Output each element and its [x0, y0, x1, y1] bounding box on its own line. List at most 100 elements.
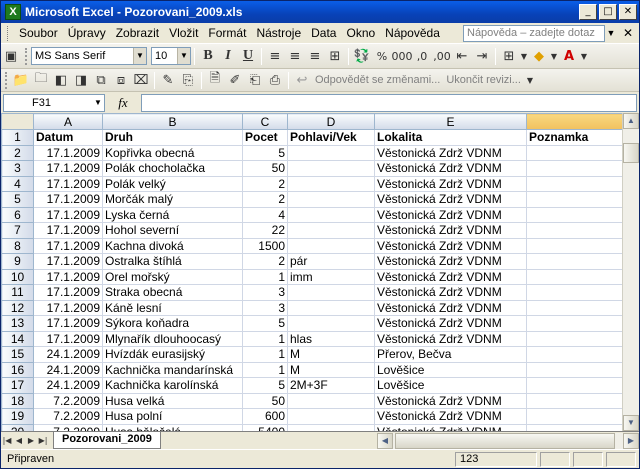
cell-c[interactable]: 1 [242, 268, 288, 285]
menu-nastroje[interactable]: Nástroje [251, 26, 306, 40]
send-workbook-icon[interactable]: ⎙ [266, 71, 284, 89]
cell-e[interactable]: Věstonická Zdrž VDNM [374, 330, 527, 347]
save-icon[interactable]: ▣ [2, 47, 20, 65]
cell-e[interactable]: Věstonická Zdrž VDNM [374, 191, 527, 208]
excel-app-icon[interactable]: X [5, 4, 21, 20]
next-comment-icon[interactable]: ◨ [72, 71, 90, 89]
cell-a[interactable]: 7.2.2009 [33, 392, 103, 409]
cell-e[interactable]: Věstonická Zdrž VDNM [374, 253, 527, 270]
cell-d[interactable] [287, 160, 375, 177]
chevron-down-icon[interactable]: ▼ [177, 48, 190, 64]
chevron-down-icon[interactable]: ▼ [520, 47, 528, 65]
cell-d[interactable]: M [287, 361, 375, 378]
horizontal-scroll-thumb[interactable] [395, 432, 615, 449]
increase-indent-icon[interactable]: ⇥ [473, 47, 491, 65]
cell-b[interactable]: Káně lesní [102, 299, 243, 316]
toolbar-grip[interactable] [5, 71, 8, 89]
cell-f[interactable] [526, 175, 637, 192]
cell-b[interactable]: Kachna divoká [102, 237, 243, 254]
cell-d[interactable] [287, 206, 375, 223]
cell-a[interactable]: 17.1.2009 [33, 237, 103, 254]
row-header[interactable]: 9 [1, 253, 34, 270]
cell-b[interactable]: Sýkora koňadra [102, 315, 243, 332]
menu-upravy[interactable]: Úpravy [63, 26, 111, 40]
row-header[interactable]: 6 [1, 206, 34, 223]
cell-c[interactable]: 3 [242, 299, 288, 316]
prev-sheet-icon[interactable]: ◀ [13, 436, 25, 445]
decrease-decimal-icon[interactable]: ,00 [433, 47, 451, 65]
cell-f[interactable] [526, 423, 637, 431]
end-review-button[interactable]: Ukončit revizi... [446, 74, 521, 86]
cell-c[interactable]: 5 [242, 315, 288, 332]
chevron-down-icon[interactable]: ▼ [92, 98, 104, 107]
protect-sheet-icon[interactable]: 🗎 [206, 71, 224, 89]
cell-d[interactable]: hlas [287, 330, 375, 347]
cell-a[interactable]: 17.1.2009 [33, 144, 103, 161]
row-header[interactable]: 11 [1, 284, 34, 301]
cell-c[interactable]: 50 [242, 160, 288, 177]
cell-a[interactable]: 17.1.2009 [33, 191, 103, 208]
cell-f[interactable] [526, 284, 637, 301]
cell-a[interactable]: 24.1.2009 [33, 361, 103, 378]
menu-zobrazit[interactable]: Zobrazit [111, 26, 164, 40]
cell-a[interactable]: 17.1.2009 [33, 253, 103, 270]
row-header[interactable]: 17 [1, 377, 34, 394]
select-all-corner[interactable] [1, 113, 34, 130]
cell-b[interactable]: Mlynařík dlouhoocasý [102, 330, 243, 347]
font-size-select[interactable]: 10 ▼ [151, 47, 191, 65]
cell-f[interactable] [526, 268, 637, 285]
cell-a[interactable]: 7.2.2009 [33, 408, 103, 425]
scroll-left-icon[interactable]: ◀ [377, 432, 393, 449]
cell-d[interactable] [287, 392, 375, 409]
cell-a[interactable]: 17.1.2009 [33, 206, 103, 223]
cell-d[interactable]: 2M+3F [287, 377, 375, 394]
font-color-icon[interactable]: A [560, 47, 578, 65]
help-search-input[interactable]: Nápověda – zadejte dotaz [463, 24, 605, 42]
name-box[interactable]: F31 ▼ [3, 93, 105, 112]
cell-b[interactable]: Ostralka štíhlá [102, 253, 243, 270]
cell-e[interactable]: Věstonická Zdrž VDNM [374, 222, 527, 239]
cell-f[interactable]: Poznamka [526, 129, 637, 146]
cell-c[interactable]: Pocet [242, 129, 288, 146]
menu-format[interactable]: Formát [203, 26, 251, 40]
cell-c[interactable]: 3 [242, 284, 288, 301]
row-header[interactable]: 8 [1, 237, 34, 254]
menu-soubor[interactable]: Soubor [14, 26, 63, 40]
fill-color-icon[interactable]: ◆ [530, 47, 548, 65]
menubar-grip[interactable] [7, 25, 10, 41]
chevron-down-icon[interactable]: ▼ [133, 48, 146, 64]
open-folder-icon[interactable]: 📁 [12, 71, 30, 89]
underline-icon[interactable]: U [239, 47, 257, 65]
row-header[interactable]: 4 [1, 175, 34, 192]
spreadsheet-grid[interactable]: A B C D E 1 Datum Druh Pocet Pohlavi/Vek Loka… [1, 113, 639, 431]
cell-e[interactable]: Věstonická Zdrž VDNM [374, 206, 527, 223]
cell-b[interactable]: Husa velká [102, 392, 243, 409]
minimize-button[interactable]: _ [579, 4, 597, 20]
row-header[interactable]: 18 [1, 392, 34, 409]
row-header[interactable]: 15 [1, 346, 34, 363]
cell-f[interactable] [526, 237, 637, 254]
insert-function-icon[interactable]: fx [105, 95, 141, 111]
cell-d[interactable]: Pohlavi/Vek [287, 129, 375, 146]
cell-d[interactable] [287, 144, 375, 161]
cell-e[interactable]: Lověšice [374, 361, 527, 378]
cell-e[interactable]: Věstonická Zdrž VDNM [374, 299, 527, 316]
cell-e[interactable]: Věstonická Zdrž VDNM [374, 423, 527, 431]
cell-b[interactable]: Druh [102, 129, 243, 146]
cell-e[interactable]: Věstonická Zdrž VDNM [374, 392, 527, 409]
cell-b[interactable]: Lyska černá [102, 206, 243, 223]
toolbar-grip[interactable] [25, 47, 28, 65]
italic-icon[interactable]: I [219, 47, 237, 65]
delete-comment-icon[interactable]: ⌧ [132, 71, 150, 89]
merge-center-icon[interactable]: ⊞ [326, 47, 344, 65]
cell-a[interactable]: 24.1.2009 [33, 377, 103, 394]
cell-a[interactable]: 7.2.2009 [33, 423, 103, 431]
reply-changes-icon[interactable]: ↩ [293, 71, 311, 89]
thousands-icon[interactable]: 000 [392, 47, 413, 65]
cell-c[interactable]: 1 [242, 361, 288, 378]
currency-icon[interactable]: 💱 [353, 47, 371, 65]
cell-c[interactable]: 5 [242, 144, 288, 161]
percent-icon[interactable]: % [373, 47, 391, 65]
row-header[interactable]: 19 [1, 408, 34, 425]
cell-a[interactable]: 17.1.2009 [33, 284, 103, 301]
